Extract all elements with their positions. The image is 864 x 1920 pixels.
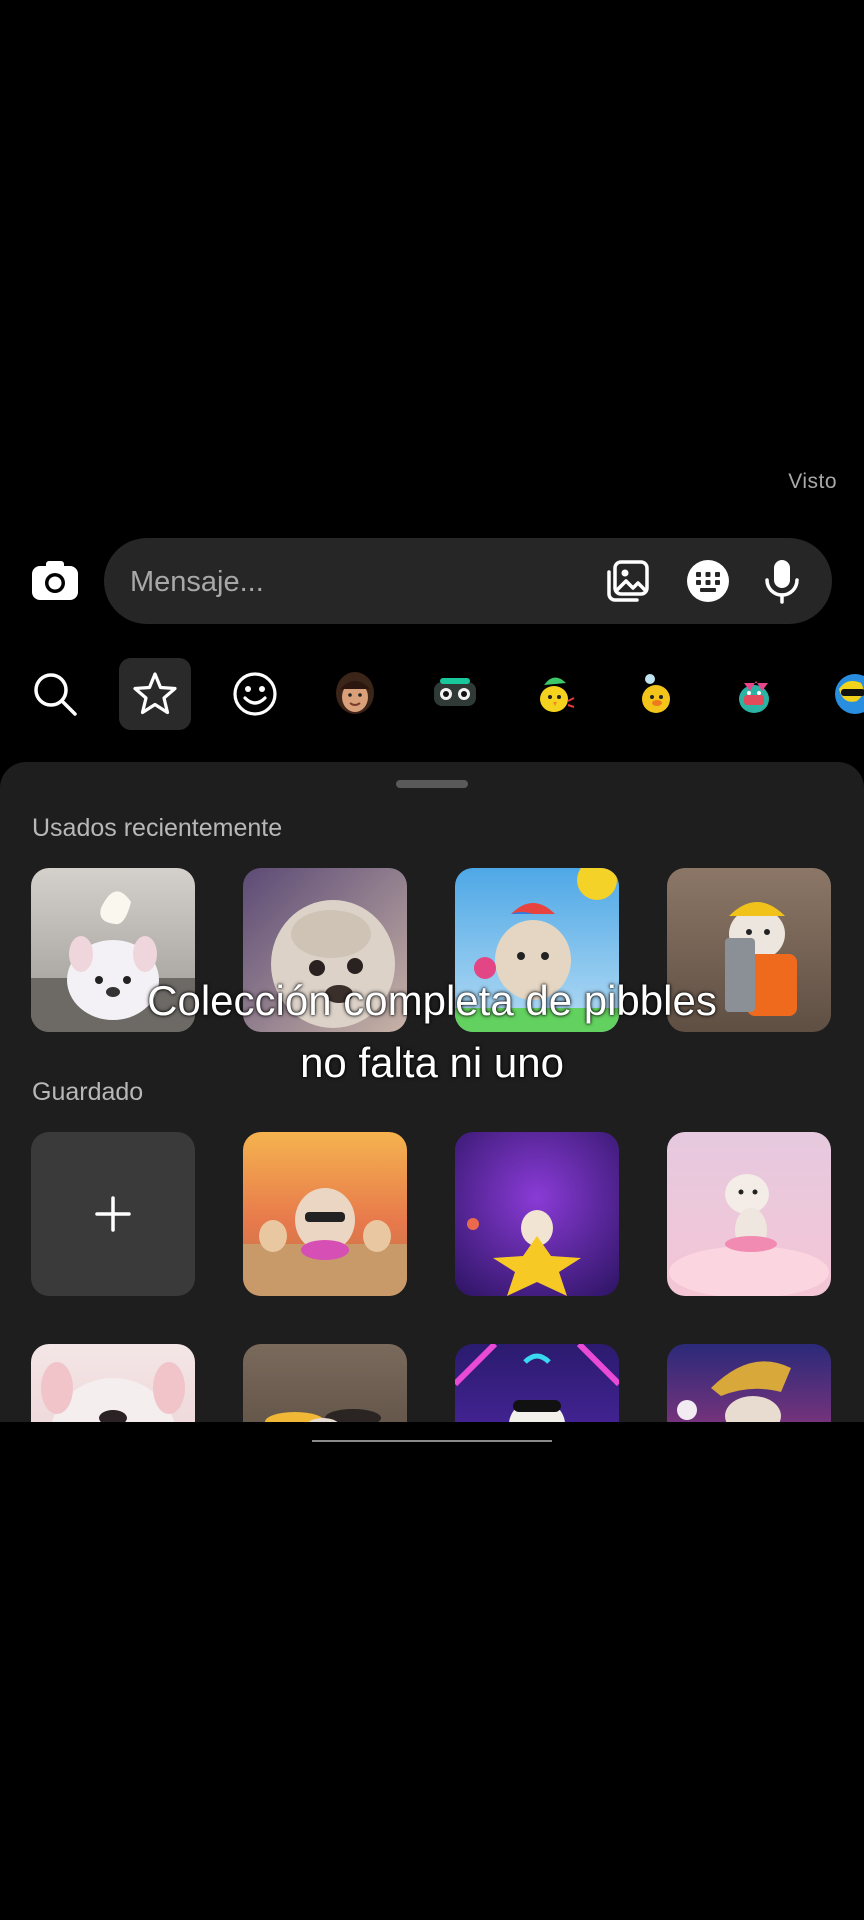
message-bar bbox=[104, 538, 832, 626]
tray-chick-stickers[interactable] bbox=[519, 658, 591, 730]
keyboard-area-divider bbox=[312, 1440, 552, 1442]
video-caption-overlay: Colección completa de pibbles no falta n… bbox=[0, 970, 864, 1094]
star-icon bbox=[133, 672, 177, 715]
tray-blob-stickers[interactable] bbox=[816, 658, 864, 730]
duck-sticker-icon bbox=[642, 674, 670, 713]
sticker-keyboard-button[interactable] bbox=[684, 557, 732, 605]
saved-sticker-7[interactable] bbox=[667, 1344, 831, 1422]
keyboard-icon bbox=[687, 560, 729, 602]
microphone-icon bbox=[765, 560, 799, 604]
pibble-sticker-image bbox=[669, 1174, 829, 1296]
saved-sticker-3[interactable] bbox=[667, 1132, 831, 1296]
chick-sticker-icon bbox=[540, 677, 575, 712]
tray-robot-stickers[interactable] bbox=[419, 658, 491, 730]
pibble-sticker-image bbox=[41, 1362, 185, 1422]
blob-sticker-icon bbox=[835, 674, 864, 714]
pibble-sticker-image bbox=[243, 1188, 407, 1296]
dino-sticker-icon bbox=[739, 681, 769, 713]
voice-button[interactable] bbox=[758, 557, 806, 605]
saved-sticker-2[interactable] bbox=[455, 1132, 619, 1296]
tray-avatar-stickers[interactable] bbox=[319, 658, 391, 730]
seen-status: Visto bbox=[788, 470, 837, 493]
tray-favorites[interactable] bbox=[119, 658, 191, 730]
saved-sticker-6[interactable] bbox=[455, 1344, 619, 1422]
saved-sticker-4[interactable] bbox=[31, 1344, 195, 1422]
pibble-sticker-image bbox=[265, 1409, 381, 1422]
message-input[interactable] bbox=[128, 538, 572, 626]
gallery-button[interactable] bbox=[604, 557, 652, 605]
sheet-drag-handle[interactable] bbox=[396, 780, 468, 788]
tray-search[interactable] bbox=[19, 658, 91, 730]
avatar-sticker-icon bbox=[336, 672, 374, 714]
message-composer bbox=[0, 534, 864, 626]
camera-button[interactable] bbox=[28, 556, 82, 606]
camera-icon bbox=[32, 561, 78, 600]
gallery-icon bbox=[607, 560, 649, 602]
saved-sticker-1[interactable] bbox=[243, 1132, 407, 1296]
tray-emoji[interactable] bbox=[219, 658, 291, 730]
smiley-icon bbox=[233, 672, 277, 716]
pibble-sticker-image bbox=[677, 1361, 791, 1422]
saved-sticker-5[interactable] bbox=[243, 1344, 407, 1422]
caption-line-2: no falta ni uno bbox=[300, 1039, 564, 1086]
plus-icon bbox=[95, 1196, 131, 1232]
pibble-sticker-image bbox=[455, 1344, 619, 1422]
search-icon bbox=[34, 673, 77, 716]
add-saved-sticker-button[interactable] bbox=[31, 1132, 195, 1296]
recent-section-title: Usados recientemente bbox=[32, 814, 283, 842]
tray-dino-stickers[interactable] bbox=[719, 658, 791, 730]
caption-line-1: Colección completa de pibbles bbox=[147, 977, 717, 1024]
tray-duck-stickers[interactable] bbox=[619, 658, 691, 730]
sticker-category-tray bbox=[0, 654, 864, 734]
pibble-sticker-image bbox=[467, 1210, 581, 1296]
robot-sticker-icon bbox=[434, 678, 476, 706]
